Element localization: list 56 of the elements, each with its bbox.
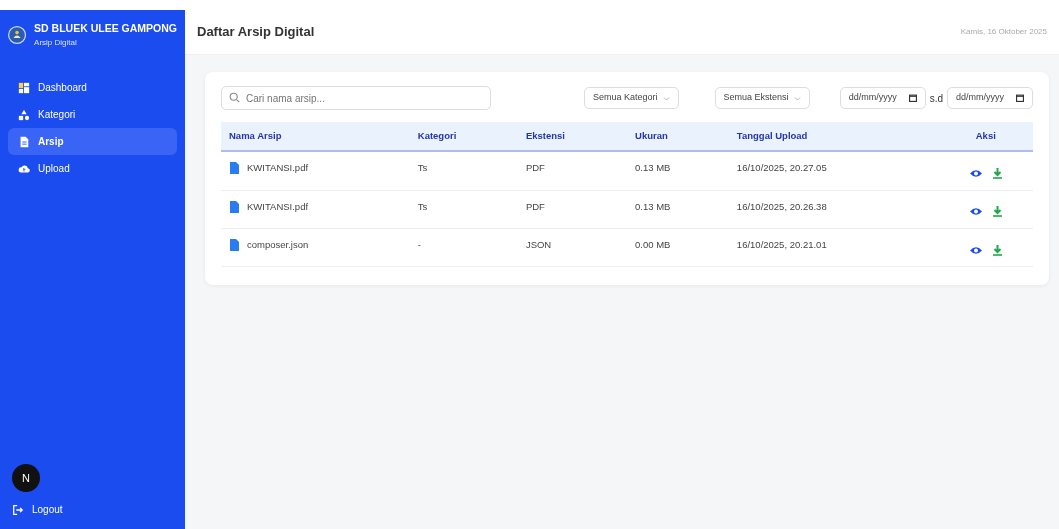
table-cell: 0.00 MB [627,228,729,267]
table-cell: - [409,228,518,267]
date-field[interactable]: dd/mm/yyyy [839,87,926,109]
file-name: composer.json [247,237,309,252]
sidebar-item[interactable]: Dashboard [8,74,177,101]
download-icon[interactable] [992,206,1002,218]
column-header: Ekstensi [517,122,627,152]
file-icon [229,162,239,175]
table-cell: PDF [517,190,627,229]
file-icon [229,238,239,251]
dashboard-icon [18,81,30,94]
column-header: Nama Arsip [221,122,410,152]
table-cell: Ts [409,190,518,229]
app-subtitle: Arsip Digital [34,36,78,49]
table-cell: 16/10/2025, 20.21.01 [728,228,939,267]
column-header: Kategori [409,122,518,152]
page-title: Daftar Arsip Digital [197,24,315,40]
table-cell: JSON [517,228,627,267]
column-header: Tanggal Upload [728,122,939,152]
view-icon[interactable] [969,207,982,217]
chevron-down-icon [793,94,801,102]
search-icon [229,92,240,103]
column-header: Ukuran [627,122,729,152]
table-cell: 16/10/2025, 20.27.05 [728,151,939,190]
file-name: KWITANSI.pdf [247,161,309,176]
logout-icon [12,503,24,516]
date-text: Kamis, 16 Oktober 2025 [960,26,1047,38]
extension-dropdown[interactable]: Semua Ekstensi [714,87,810,109]
table-cell: 0.13 MB [627,151,729,190]
sidebar-item[interactable]: Upload [8,155,177,182]
school-name: SD BLUEK ULEE GAMPONG [34,21,177,37]
category-dropdown[interactable]: Semua Kategori [584,87,679,109]
download-icon[interactable] [992,244,1002,256]
logout-button[interactable]: Logout [8,496,177,523]
file-name: KWITANSI.pdf [247,199,309,214]
file-icon [229,200,239,213]
document-icon [18,135,30,148]
calendar-icon [1016,94,1024,102]
view-icon[interactable] [969,245,982,255]
date-field[interactable]: dd/mm/yyyy [947,87,1033,109]
shapes-icon [18,108,30,121]
search-field[interactable]: Cari nama arsip... [221,86,491,110]
table-cell: 0.13 MB [627,190,729,229]
table-cell: Ts [409,151,518,190]
table-cell: PDF [517,151,627,190]
upload-cloud-icon [18,162,30,175]
column-header: Aksi [938,122,1033,152]
dev-badge[interactable]: N [12,464,40,492]
view-icon[interactable] [969,169,982,179]
sidebar-item[interactable]: Kategori [8,101,177,128]
calendar-icon [908,94,917,102]
download-icon[interactable] [992,168,1002,180]
sidebar-item[interactable]: Arsip [8,128,177,155]
table-cell: 16/10/2025, 20.26.38 [728,190,939,229]
range-separator: s.d [929,91,943,106]
chevron-down-icon [662,94,670,102]
